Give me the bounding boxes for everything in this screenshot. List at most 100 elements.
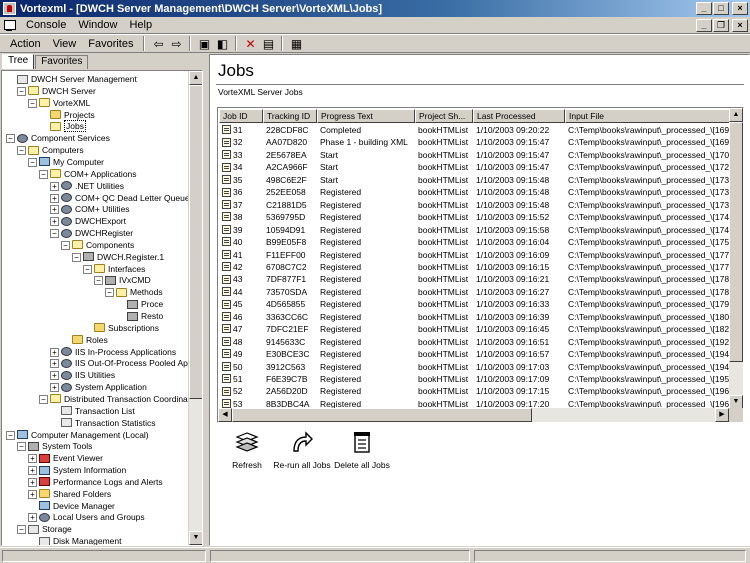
tree-node[interactable]: Resto bbox=[127, 310, 163, 322]
favorites-menu[interactable]: Favorites bbox=[82, 38, 139, 50]
collapse-icon[interactable]: − bbox=[17, 525, 26, 535]
tree-node[interactable]: Methods bbox=[116, 286, 163, 298]
tab-tree[interactable]: Tree bbox=[2, 54, 35, 69]
table-row[interactable]: 33 2E5678EA Start bookHTMList 1/10/2003 09:1… bbox=[219, 149, 730, 161]
tree-node[interactable]: DWCHExport bbox=[61, 215, 126, 227]
column-header[interactable]: Tracking ID bbox=[263, 109, 317, 123]
table-row[interactable]: 45 4D565855 Registered bookHTMList 1/10/2003… bbox=[219, 298, 730, 310]
collapse-icon[interactable]: − bbox=[61, 240, 70, 250]
tree-node[interactable]: .NET Utilities bbox=[61, 180, 124, 192]
column-header[interactable]: Job ID bbox=[219, 109, 263, 123]
maximize-button[interactable]: □ bbox=[713, 2, 729, 15]
tree-node[interactable]: Components bbox=[72, 239, 134, 251]
tree-node[interactable]: DWCH Server Management bbox=[17, 73, 137, 85]
table-row[interactable]: 41 F11EFF00 Registered bookHTMList 1/10/2003… bbox=[219, 249, 730, 261]
collapse-icon[interactable]: − bbox=[83, 264, 92, 274]
table-row[interactable]: 42 6708C7C2 Registered bookHTMList 1/10/2003… bbox=[219, 261, 730, 273]
console-icon[interactable] bbox=[2, 19, 16, 32]
expand-icon[interactable]: + bbox=[28, 477, 37, 487]
child-close-button[interactable]: × bbox=[732, 19, 748, 32]
tree-node[interactable]: Performance Logs and Alerts bbox=[39, 476, 163, 488]
expand-icon[interactable]: + bbox=[50, 383, 59, 393]
tree-node[interactable]: COM+ Utilities bbox=[61, 203, 130, 215]
collapse-icon[interactable]: − bbox=[72, 252, 81, 262]
collapse-icon[interactable]: − bbox=[17, 442, 26, 452]
expand-icon[interactable]: + bbox=[50, 205, 59, 215]
view-menu[interactable]: View bbox=[47, 38, 83, 50]
tab-favorites[interactable]: Favorites bbox=[35, 55, 89, 69]
grid-scroll-right-button[interactable]: ▶ bbox=[715, 408, 729, 422]
tree-node[interactable]: Local Users and Groups bbox=[39, 511, 145, 523]
expand-icon[interactable]: + bbox=[28, 513, 37, 523]
collapse-icon[interactable]: − bbox=[105, 288, 114, 298]
tree-node[interactable]: IIS In-Process Applications bbox=[61, 346, 176, 358]
grid-scroll-left-button[interactable]: ◀ bbox=[218, 408, 232, 422]
action-menu[interactable]: Action bbox=[4, 38, 47, 50]
collapse-icon[interactable]: − bbox=[39, 394, 48, 404]
table-row[interactable]: 44 73570SDA Registered bookHTMList 1/10/2003… bbox=[219, 286, 730, 298]
tree-vertical-scrollbar[interactable]: ▲ ▼ bbox=[188, 71, 202, 545]
table-row[interactable]: 53 8B3DBC4A Registered bookHTMList 1/10/2003… bbox=[219, 398, 730, 408]
expand-icon[interactable]: + bbox=[28, 454, 37, 464]
table-row[interactable]: 43 7DF877F1 Registered bookHTMList 1/10/2003… bbox=[219, 273, 730, 285]
grid-horizontal-scrollbar[interactable]: ◀ ▶ bbox=[218, 408, 729, 422]
table-row[interactable]: 32 AA07D820 Phase 1 - building XML bookHTML… bbox=[219, 136, 730, 148]
table-row[interactable]: 48 9145633C Registered bookHTMList 1/10/2003… bbox=[219, 336, 730, 348]
table-row[interactable]: 49 E30BCE3C Registered bookHTMList 1/10/2003… bbox=[219, 348, 730, 360]
tree-node[interactable]: COM+ QC Dead Letter Queue bbox=[61, 192, 190, 204]
delete-all-jobs-button[interactable]: Delete all Jobs bbox=[332, 429, 392, 470]
scroll-thumb[interactable] bbox=[189, 85, 202, 399]
collapse-icon[interactable]: − bbox=[94, 276, 103, 286]
delete-icon[interactable]: ✕ bbox=[241, 36, 259, 52]
tree-node[interactable]: IIS Utilities bbox=[61, 369, 115, 381]
table-row[interactable]: 36 252EE058 Registered bookHTMList 1/10/2003… bbox=[219, 186, 730, 198]
tree-node[interactable]: DWCH.Register.1 bbox=[83, 251, 164, 263]
table-row[interactable]: 37 C21881D5 Registered bookHTMList 1/10/2003… bbox=[219, 199, 730, 211]
tree-node[interactable]: System Application bbox=[61, 381, 147, 393]
tree-node[interactable]: Shared Folders bbox=[39, 488, 111, 500]
tree-node[interactable]: System Information bbox=[39, 464, 126, 476]
menu-window[interactable]: Window bbox=[72, 19, 123, 31]
rerun-all-jobs-button[interactable]: Re-run all Jobs bbox=[272, 429, 332, 470]
minimize-button[interactable]: _ bbox=[696, 2, 712, 15]
collapse-icon[interactable]: − bbox=[17, 146, 26, 156]
refresh-button[interactable]: Refresh bbox=[222, 429, 272, 470]
tree-node[interactable]: Subscriptions bbox=[94, 322, 159, 334]
tree-node[interactable]: My Computer bbox=[39, 156, 104, 168]
expand-icon[interactable]: + bbox=[50, 359, 59, 369]
collapse-icon[interactable]: − bbox=[6, 430, 15, 440]
tree-node[interactable]: Distributed Transaction Coordinat bbox=[50, 393, 190, 405]
collapse-icon[interactable]: − bbox=[28, 157, 37, 167]
table-row[interactable]: 46 3363CC6C Registered bookHTMList 1/10/2003… bbox=[219, 311, 730, 323]
grid-scroll-thumb[interactable] bbox=[729, 122, 743, 362]
child-minimize-button[interactable]: _ bbox=[696, 19, 712, 32]
collapse-icon[interactable]: − bbox=[17, 86, 26, 96]
table-row[interactable]: 35 498C6E2F Start bookHTMList 1/10/2003 09:1… bbox=[219, 174, 730, 186]
tree-node[interactable]: Device Manager bbox=[39, 500, 115, 512]
table-row[interactable]: 40 B99E05F8 Registered bookHTMList 1/10/2003… bbox=[219, 236, 730, 248]
show-tree-icon[interactable]: ◧ bbox=[213, 36, 231, 52]
expand-icon[interactable]: + bbox=[50, 217, 59, 227]
scroll-up-button[interactable]: ▲ bbox=[189, 71, 202, 85]
grid-scroll-down-button[interactable]: ▼ bbox=[729, 395, 743, 409]
grid-hscroll-thumb[interactable] bbox=[232, 408, 532, 422]
tree-node[interactable]: IIS Out-Of-Process Pooled Ap bbox=[61, 357, 188, 369]
tree-node[interactable]: COM+ Applications bbox=[50, 168, 137, 180]
table-row[interactable]: 50 3912C563 Registered bookHTMList 1/10/2003… bbox=[219, 361, 730, 373]
table-row[interactable]: 51 F6E39C7B Registered bookHTMList 1/10/2003… bbox=[219, 373, 730, 385]
column-header[interactable]: Progress Text bbox=[317, 109, 415, 123]
tree-node[interactable]: Projects bbox=[50, 109, 95, 121]
tree-node[interactable]: Transaction Statistics bbox=[61, 417, 155, 429]
tree-node[interactable]: Computers bbox=[28, 144, 84, 156]
properties-icon[interactable]: ▤ bbox=[259, 36, 277, 52]
expand-icon[interactable]: + bbox=[50, 347, 59, 357]
menu-console[interactable]: Console bbox=[20, 19, 72, 31]
tree-node[interactable]: DWCHRegister bbox=[61, 227, 133, 239]
tree-node[interactable]: Jobs bbox=[50, 120, 86, 133]
tree-node[interactable]: VorteXML bbox=[39, 97, 90, 109]
table-row[interactable]: 47 7DFC21EF Registered bookHTMList 1/10/2003… bbox=[219, 323, 730, 335]
collapse-icon[interactable]: − bbox=[28, 98, 37, 108]
tree-node[interactable]: Event Viewer bbox=[39, 452, 103, 464]
expand-icon[interactable]: + bbox=[50, 371, 59, 381]
tree-node[interactable]: Roles bbox=[72, 334, 108, 346]
